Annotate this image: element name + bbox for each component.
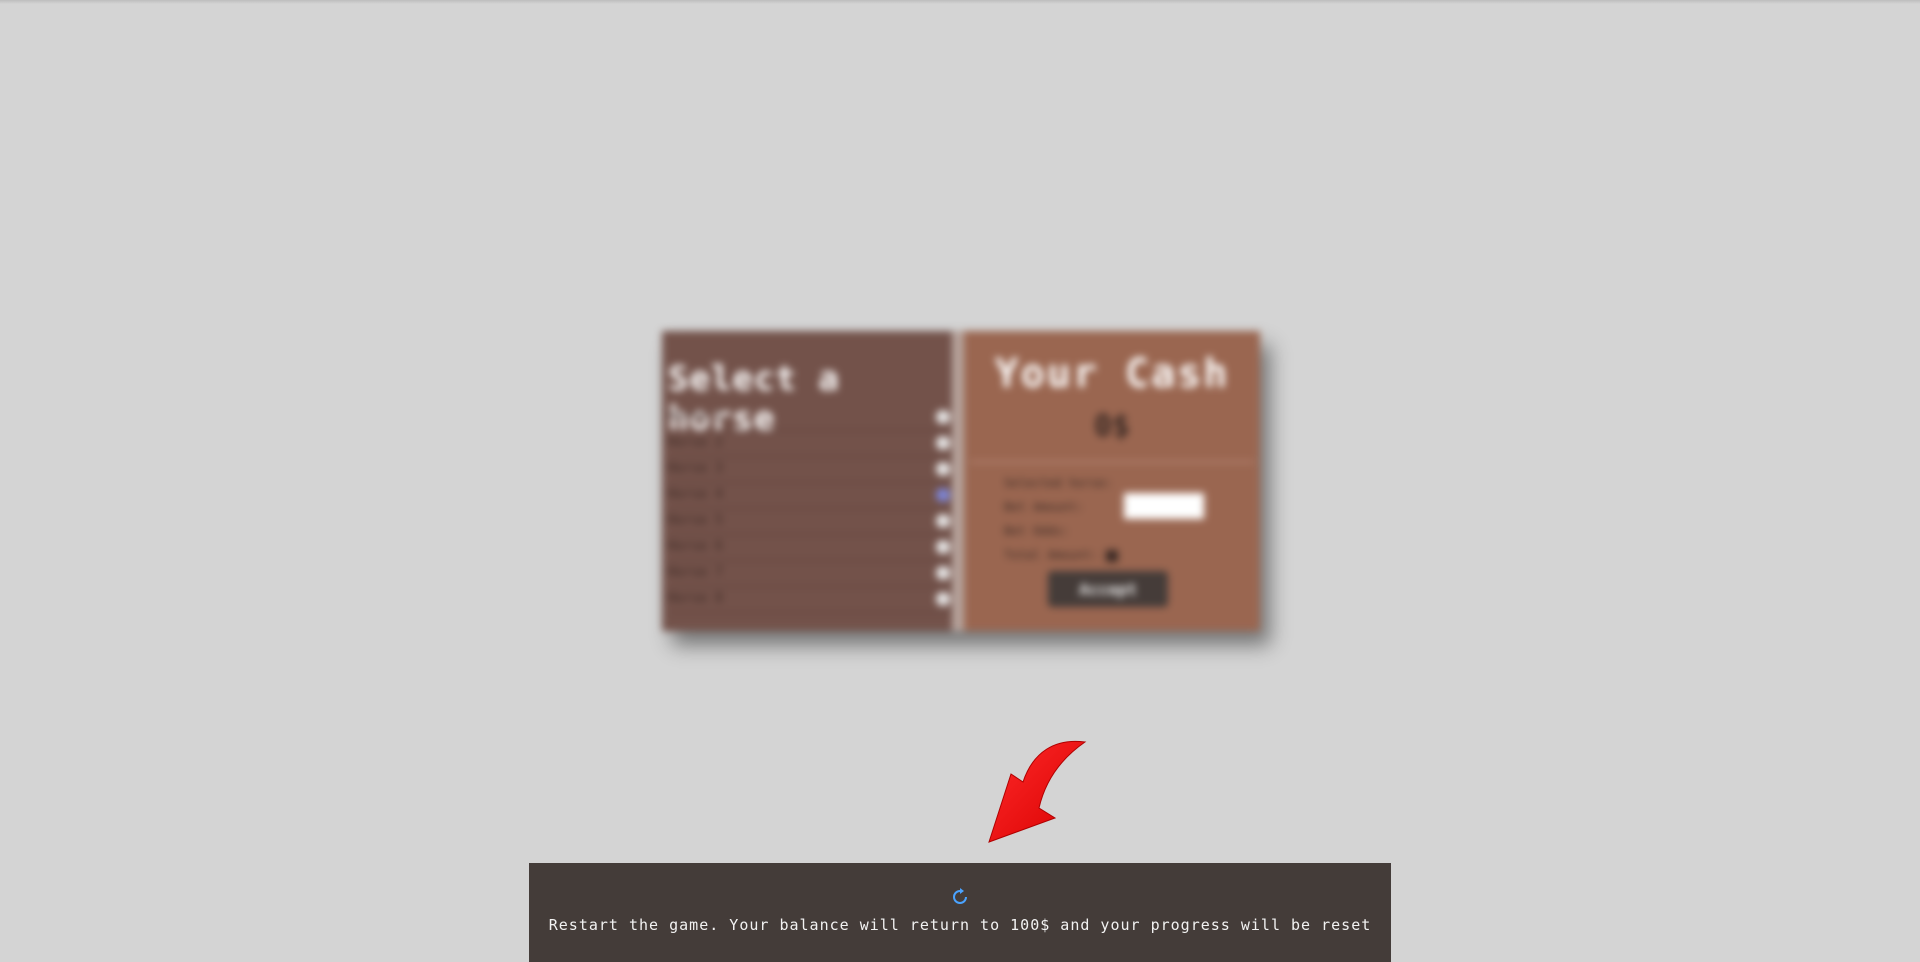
horse-radio[interactable] (936, 566, 950, 580)
horse-item[interactable]: Horse 5 (668, 509, 952, 535)
bet-amount-label: Bet Amount: (1004, 500, 1084, 514)
panel-divider (952, 331, 964, 631)
horse-item[interactable]: Horse 7 (668, 561, 952, 587)
total-amount-marker (1105, 549, 1118, 562)
horse-item[interactable]: Horse 1 (668, 405, 952, 431)
horse-name: Horse 5 (668, 513, 723, 528)
horse-list: Horse 1 Horse 2 Horse 3 Horse 4 Horse 5 … (668, 405, 952, 613)
bet-amount-row: Bet Amount: (1004, 493, 1244, 519)
horse-name: Horse 1 (668, 409, 723, 424)
restart-icon[interactable] (951, 888, 969, 906)
cash-value: 0$ (1093, 409, 1131, 444)
horse-radio[interactable] (936, 514, 950, 528)
total-amount-row: Total Amount: (1004, 543, 1244, 567)
horse-item[interactable]: Horse 2 (668, 431, 952, 457)
horse-name: Horse 2 (668, 435, 723, 450)
horse-name: Horse 7 (668, 565, 723, 580)
horse-name: Horse 3 (668, 461, 723, 476)
top-border (0, 0, 1920, 4)
total-amount-label: Total Amount: (1004, 548, 1098, 562)
cash-panel: Your Cash 0$ Selected horse: Bet Amount:… (964, 331, 1260, 631)
game-board-blurred: Select a horse Horse 1 Horse 2 Horse 3 H… (662, 331, 1260, 631)
restart-bar[interactable]: Restart the game. Your balance will retu… (529, 863, 1391, 962)
horse-name: Horse 8 (668, 591, 723, 606)
horse-item[interactable]: Horse 3 (668, 457, 952, 483)
horse-radio[interactable] (936, 540, 950, 554)
bet-amount-input[interactable] (1124, 493, 1204, 519)
selected-horse-row: Selected horse: (1004, 471, 1244, 495)
horse-item[interactable]: Horse 6 (668, 535, 952, 561)
selected-horse-label: Selected horse: (1004, 476, 1113, 490)
horse-item[interactable]: Horse 4 (668, 483, 952, 509)
horse-item[interactable]: Horse 8 (668, 587, 952, 613)
bet-odds-row: Bet Odds: (1004, 519, 1244, 543)
horse-radio[interactable] (936, 462, 950, 476)
bet-details: Selected horse: Bet Amount: Bet Odds: To… (1004, 471, 1244, 567)
accept-button[interactable]: Accept (1048, 571, 1168, 607)
horse-radio[interactable] (936, 592, 950, 606)
horse-select-panel: Select a horse Horse 1 Horse 2 Horse 3 H… (662, 331, 952, 631)
bet-odds-label: Bet Odds: (1004, 524, 1070, 538)
horse-name: Horse 4 (668, 487, 723, 502)
horse-radio-selected[interactable] (936, 488, 950, 502)
pointer-arrow-icon (988, 740, 1087, 843)
horse-name: Horse 6 (668, 539, 723, 554)
horse-radio[interactable] (936, 436, 950, 450)
cash-separator (970, 461, 1254, 463)
horse-radio[interactable] (936, 410, 950, 424)
cash-title: Your Cash (994, 351, 1230, 397)
restart-message: Restart the game. Your balance will retu… (548, 916, 1372, 934)
